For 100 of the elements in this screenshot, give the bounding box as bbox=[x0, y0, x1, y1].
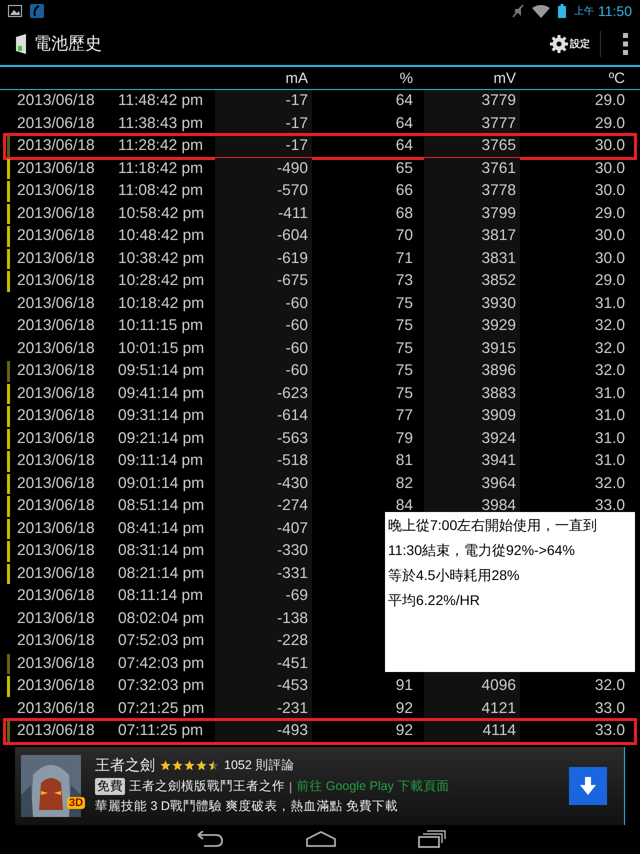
date-cell-text: 2013/06/18 bbox=[16, 362, 96, 380]
current-cell: -138 bbox=[276, 610, 308, 628]
time-cell-text: 09:21:14 pm bbox=[117, 430, 206, 448]
date-cell-text: 2013/06/18 bbox=[16, 114, 96, 133]
time-cell-text: 10:11:15 pm bbox=[117, 317, 204, 336]
voltage-cell: 3852 bbox=[482, 272, 516, 290]
date-cell-text: 2013/06/18 bbox=[16, 542, 96, 560]
voltage-cell: 3777 bbox=[482, 114, 516, 133]
temperature-cell: 33.0 bbox=[594, 700, 625, 718]
date-cell-text: 2013/06/18 bbox=[16, 700, 96, 718]
date-cell-text: 2013/06/18 bbox=[16, 92, 96, 110]
temperature-cell: 29.0 bbox=[594, 204, 625, 223]
settings-button[interactable]: 設定 bbox=[545, 34, 594, 54]
date-cell-text: 2013/06/18 bbox=[16, 677, 96, 696]
voltage-cell: 4114 bbox=[482, 722, 516, 740]
voltage-cell: 3765 bbox=[482, 137, 516, 156]
percent-cell: 66 bbox=[396, 182, 413, 200]
percent-cell: 79 bbox=[396, 430, 413, 448]
time-cell-text: 08:11:14 pm bbox=[117, 587, 204, 606]
percent-cell: 92 bbox=[396, 722, 413, 740]
review-count: 1052 則評論 bbox=[224, 757, 294, 774]
play-store-link[interactable]: 前往 Google Play 下載頁面 bbox=[296, 778, 450, 795]
date-cell-text: 2013/06/18 bbox=[16, 430, 96, 448]
temperature-cell: 31.0 bbox=[594, 384, 625, 403]
current-cell: -453 bbox=[276, 677, 308, 696]
voltage-cell: 3817 bbox=[482, 227, 516, 246]
date-cell-text: 2013/06/18 bbox=[16, 182, 96, 200]
time-cell-text: 09:01:14 pm bbox=[117, 474, 206, 493]
ad-banner[interactable]: 3D 王者之劍 1052 則評論 免費 王者之劍橫版戰鬥王者之作 | 前往 Google Play 下載頁面 華麗技能 3 D戰鬥體驗 爽度破表，熱血滿點 免費下載 bbox=[15, 746, 625, 824]
date-cell-text: 2013/06/18 bbox=[16, 137, 96, 156]
time-cell-text: 10:28:42 pm bbox=[117, 272, 206, 290]
voltage-cell: 3930 bbox=[482, 294, 516, 313]
temperature-cell: 30.0 bbox=[594, 250, 625, 268]
current-cell: -17 bbox=[286, 114, 308, 133]
current-cell: -231 bbox=[276, 700, 308, 718]
percent-cell: 82 bbox=[396, 474, 413, 493]
current-cell: -619 bbox=[276, 250, 308, 268]
am-pm-label: 上午 bbox=[574, 4, 594, 18]
temperature-cell: 30.0 bbox=[594, 182, 625, 200]
date-cell-text: 2013/06/18 bbox=[16, 520, 96, 538]
time-cell-text: 11:08:42 pm bbox=[117, 182, 204, 200]
temperature-cell: 30.0 bbox=[594, 137, 625, 156]
percent-cell: 75 bbox=[396, 384, 413, 403]
voltage-cell: 4096 bbox=[482, 677, 516, 696]
current-cell: -17 bbox=[286, 92, 308, 110]
percent-cell: 71 bbox=[396, 250, 413, 268]
home-icon[interactable] bbox=[306, 831, 336, 848]
current-cell: -563 bbox=[276, 430, 308, 448]
time-cell-text: 11:18:42 pm bbox=[117, 160, 204, 178]
voltage-cell: 3915 bbox=[482, 340, 516, 358]
time-cell-text: 11:28:42 pm bbox=[117, 137, 204, 156]
percent-cell: 64 bbox=[396, 92, 413, 110]
time-cell-text: 10:38:42 pm bbox=[117, 250, 206, 268]
battery-app-icon bbox=[16, 34, 26, 54]
current-cell: -69 bbox=[286, 587, 308, 606]
temperature-cell: 32.0 bbox=[594, 340, 625, 358]
separator-mark: | bbox=[289, 780, 292, 794]
time-cell-text: 07:52:03 pm bbox=[117, 632, 206, 650]
free-tag: 免費 bbox=[95, 778, 125, 795]
date-cell-text: 2013/06/18 bbox=[16, 250, 96, 268]
download-button[interactable] bbox=[569, 766, 607, 804]
current-cell: -430 bbox=[276, 474, 308, 493]
date-cell-text: 2013/06/18 bbox=[16, 474, 96, 493]
voltage-cell: 4121 bbox=[482, 700, 516, 718]
percent-cell: 68 bbox=[396, 204, 413, 223]
current-cell: -60 bbox=[286, 340, 308, 358]
date-cell-text: 2013/06/18 bbox=[16, 317, 96, 336]
ad-tagline: 華麗技能 3 D戰鬥體驗 爽度破表，熱血滿點 免費下載 bbox=[95, 798, 399, 815]
time-cell-text: 10:58:42 pm bbox=[117, 204, 206, 223]
time-cell-text: 09:41:14 pm bbox=[117, 384, 206, 403]
date-cell-text: 2013/06/18 bbox=[16, 340, 96, 358]
date-cell-text: 2013/06/18 bbox=[16, 497, 96, 516]
current-cell: -60 bbox=[286, 317, 308, 336]
clock-time: 11:50 bbox=[598, 3, 632, 19]
time-cell-text: 07:42:03 pm bbox=[117, 654, 206, 673]
overflow-menu-icon[interactable] bbox=[623, 32, 628, 54]
current-cell: -623 bbox=[276, 384, 308, 403]
current-cell: -411 bbox=[278, 204, 308, 223]
voltage-cell: 3896 bbox=[482, 362, 516, 380]
date-cell-text: 2013/06/18 bbox=[16, 272, 96, 290]
date-cell-text: 2013/06/18 bbox=[16, 722, 96, 740]
app-title: 電池歷史 bbox=[34, 33, 102, 55]
wifi-icon bbox=[532, 4, 550, 18]
date-cell-text: 2013/06/18 bbox=[16, 632, 96, 650]
percent-cell: 73 bbox=[396, 272, 413, 290]
current-cell: -330 bbox=[276, 542, 308, 560]
recent-apps-icon[interactable] bbox=[418, 830, 446, 848]
percent-cell: 84 bbox=[396, 497, 413, 516]
current-cell: -518 bbox=[276, 452, 308, 470]
voltage-cell: 3929 bbox=[482, 317, 516, 336]
time-cell-text: 08:02:04 pm bbox=[117, 610, 206, 628]
percent-cell: 91 bbox=[396, 677, 413, 696]
temperature-cell: 30.0 bbox=[594, 227, 625, 246]
ad-title: 王者之劍 bbox=[95, 756, 155, 775]
date-cell-text: 2013/06/18 bbox=[16, 564, 96, 583]
voltage-cell: 3883 bbox=[482, 384, 516, 403]
temperature-cell: 33.0 bbox=[594, 497, 625, 516]
current-cell: -570 bbox=[276, 182, 308, 200]
percent-cell: 64 bbox=[396, 137, 413, 156]
date-cell-text: 2013/06/18 bbox=[16, 204, 96, 223]
